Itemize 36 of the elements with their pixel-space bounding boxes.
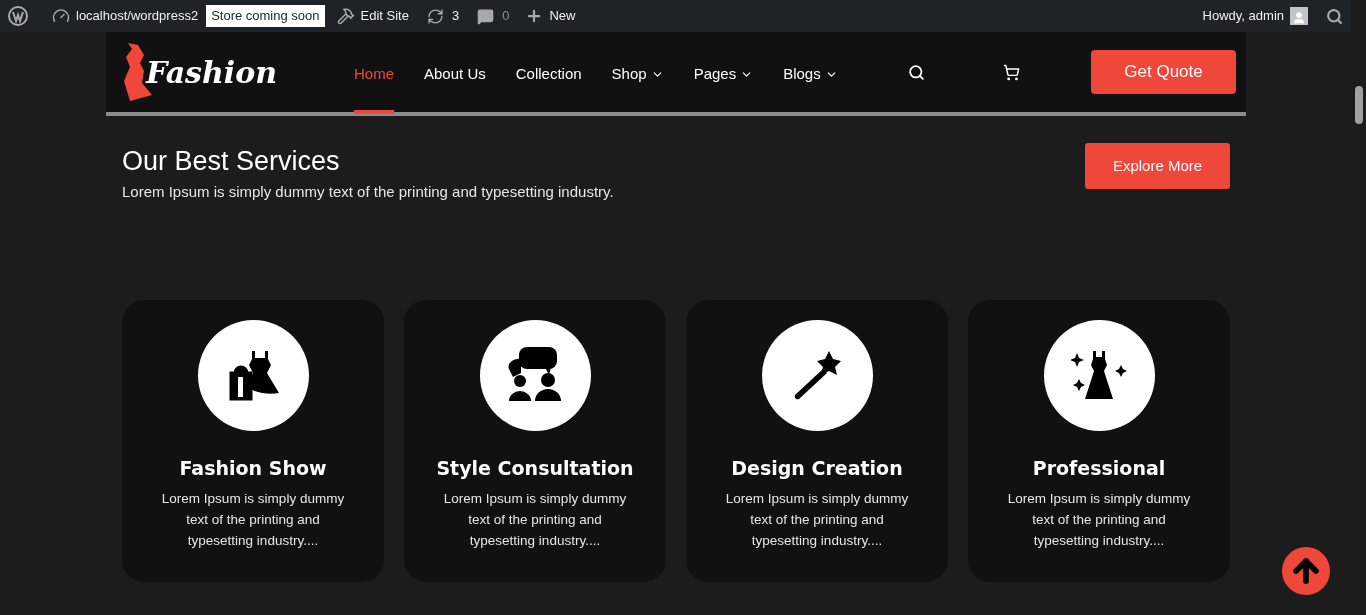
site-link[interactable]: localhost/wordpress2 [76,6,199,26]
section-subtitle: Lorem Ipsum is simply dummy text of the printing and typesetting industry. [122,182,614,202]
greeting[interactable]: Howdy, admin [1202,6,1284,26]
nav-link[interactable]: Shop [611,34,664,114]
nav-link[interactable]: Collection [515,34,582,114]
search-icon[interactable] [907,63,925,81]
card-text: Lorem Ipsum is simply dummy text of the printing and typesetting industry.... [160,490,346,550]
dress-with-sparkles-icon [1071,349,1127,401]
updates-count[interactable]: 3 [451,6,460,26]
cart-icon[interactable] [1002,63,1020,81]
card-text: Lorem Ipsum is simply dummy text of the printing and typesetting industry.... [1006,490,1192,550]
edit-site-link[interactable]: Edit Site [360,6,409,26]
explore-more-button[interactable]: Explore More [1085,143,1230,189]
hammer-icon[interactable] [336,7,355,25]
store-status-badge: Store coming soon [206,5,325,27]
comments-count[interactable]: 0 [502,6,510,26]
scroll-to-top-button[interactable] [1282,547,1330,595]
card-title: Professional [1032,455,1166,481]
search-icon[interactable] [1326,7,1343,25]
get-quote-button[interactable]: Get Quote [1091,50,1236,94]
nav-link[interactable]: Pages [693,34,754,114]
logo-text[interactable]: Fashion [146,49,277,95]
new-link[interactable]: New [549,6,576,26]
wordpress-logo-icon[interactable] [8,6,28,26]
updates-icon[interactable] [426,7,444,25]
nav-link[interactable]: Home [354,34,394,114]
dashboard-icon[interactable] [52,7,70,25]
card-title: Design Creation [731,455,903,481]
nav-link[interactable]: About Us [424,34,486,114]
card-text: Lorem Ipsum is simply dummy text of the printing and typesetting industry.... [442,490,628,550]
section-title: Our Best Services [122,145,341,178]
card-text: Lorem Ipsum is simply dummy text of the printing and typesetting industry.... [724,490,910,550]
nav-link[interactable]: Blogs [783,34,838,114]
card-title: Style Consultation [436,455,634,481]
comments-icon[interactable] [477,7,495,25]
card-title: Fashion Show [179,455,327,481]
